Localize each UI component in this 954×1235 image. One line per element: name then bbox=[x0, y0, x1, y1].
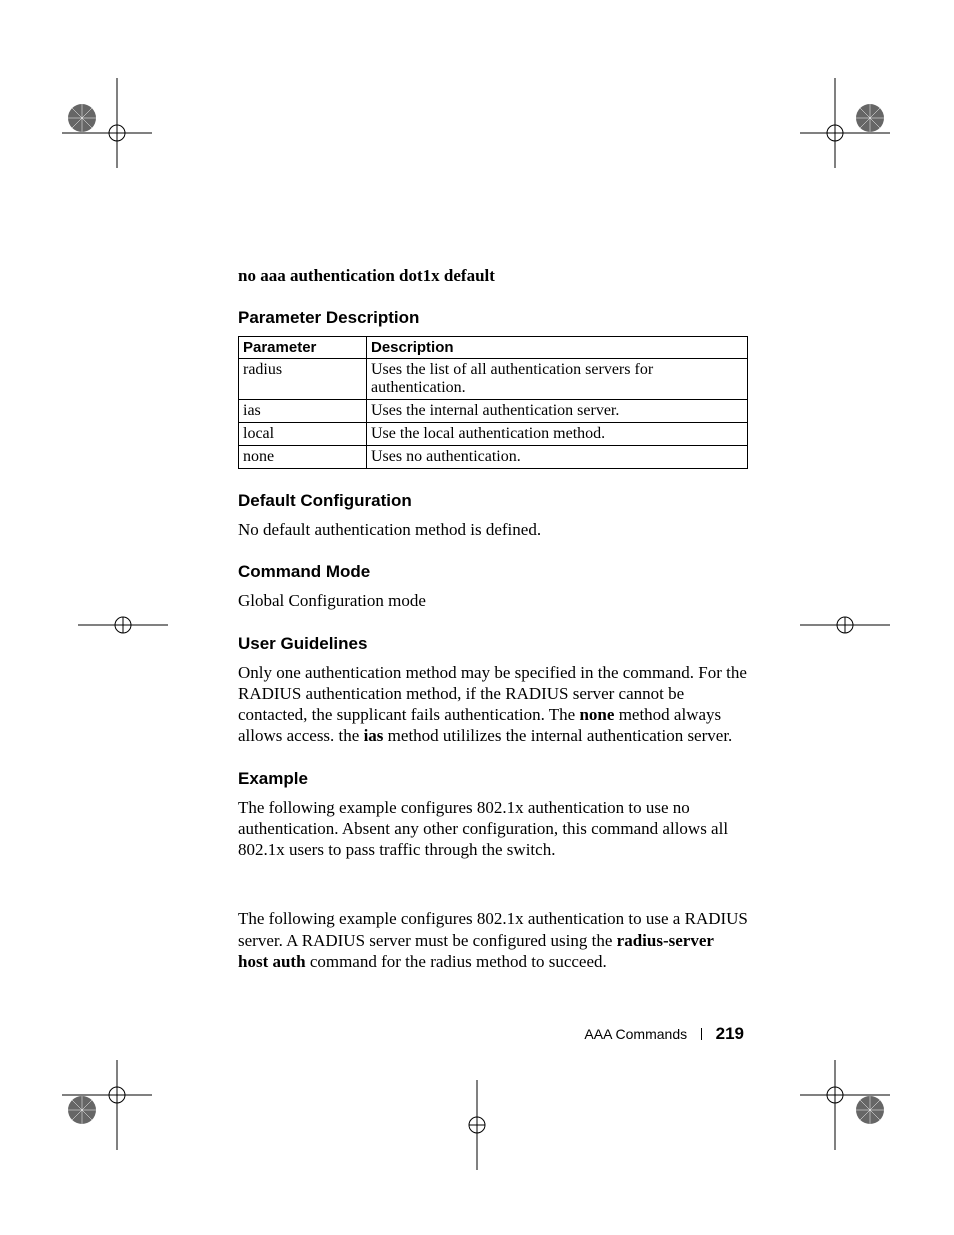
content-column: no aaa authentication dot1x default Para… bbox=[238, 266, 748, 972]
keyword-ias: ias bbox=[364, 726, 384, 745]
table-cell: ias bbox=[239, 400, 367, 423]
crop-mark-icon bbox=[62, 1060, 152, 1150]
table-header: Description bbox=[367, 337, 748, 359]
table-cell: Uses the list of all authentication serv… bbox=[367, 359, 748, 400]
keyword-none: none bbox=[579, 705, 614, 724]
text: command for the radius method to succeed… bbox=[306, 952, 607, 971]
crop-mark-icon bbox=[78, 580, 168, 670]
section-heading: User Guidelines bbox=[238, 634, 748, 654]
crop-mark-icon bbox=[800, 580, 890, 670]
table-header-row: Parameter Description bbox=[239, 337, 748, 359]
table-cell: radius bbox=[239, 359, 367, 400]
text: method utililizes the internal authentic… bbox=[383, 726, 732, 745]
body-text: The following example configures 802.1x … bbox=[238, 908, 748, 972]
table-cell: Uses the internal authentication server. bbox=[367, 400, 748, 423]
crop-mark-icon bbox=[800, 1060, 890, 1150]
body-text: Only one authentication method may be sp… bbox=[238, 662, 748, 747]
crop-mark-icon bbox=[432, 1080, 522, 1170]
page: no aaa authentication dot1x default Para… bbox=[0, 0, 954, 1235]
body-text: The following example configures 802.1x … bbox=[238, 797, 748, 861]
table-cell: Uses no authentication. bbox=[367, 446, 748, 469]
section-heading: Example bbox=[238, 769, 748, 789]
page-footer: AAA Commands 219 bbox=[0, 1024, 954, 1044]
table-cell: local bbox=[239, 423, 367, 446]
table-header: Parameter bbox=[239, 337, 367, 359]
section-heading: Default Configuration bbox=[238, 491, 748, 511]
body-text: Global Configuration mode bbox=[238, 590, 748, 611]
section-heading: Parameter Description bbox=[238, 308, 748, 328]
table-row: radius Uses the list of all authenticati… bbox=[239, 359, 748, 400]
section-heading: Command Mode bbox=[238, 562, 748, 582]
chapter-name: AAA Commands bbox=[584, 1026, 687, 1042]
crop-mark-icon bbox=[800, 78, 890, 168]
table-cell: Use the local authentication method. bbox=[367, 423, 748, 446]
page-number: 219 bbox=[716, 1024, 744, 1043]
table-row: ias Uses the internal authentication ser… bbox=[239, 400, 748, 423]
table-row: none Uses no authentication. bbox=[239, 446, 748, 469]
parameter-table: Parameter Description radius Uses the li… bbox=[238, 336, 748, 469]
command-syntax: no aaa authentication dot1x default bbox=[238, 266, 748, 286]
body-text: No default authentication method is defi… bbox=[238, 519, 748, 540]
table-cell: none bbox=[239, 446, 367, 469]
table-row: local Use the local authentication metho… bbox=[239, 423, 748, 446]
crop-mark-icon bbox=[62, 78, 152, 168]
divider-icon bbox=[701, 1028, 702, 1040]
